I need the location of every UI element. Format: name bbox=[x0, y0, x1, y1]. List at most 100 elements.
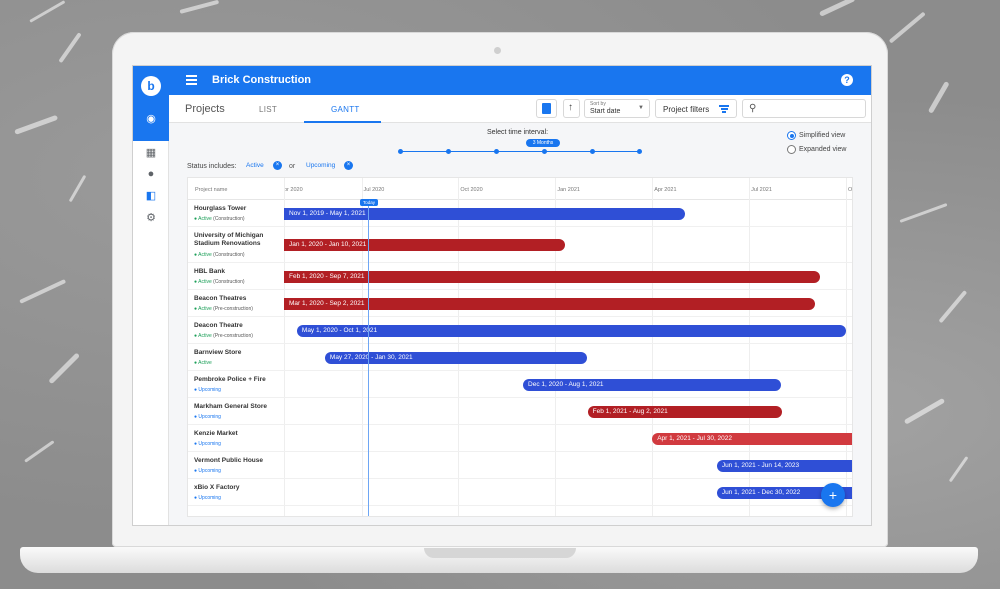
interval-slider-stop[interactable] bbox=[398, 149, 403, 154]
gantt-bar[interactable]: May 1, 2020 - Oct 1, 2021 bbox=[296, 324, 846, 337]
gantt-row[interactable]: xBio X Factory ● Upcoming Jun 1, 2021 - De… bbox=[188, 479, 852, 506]
interval-slider-track[interactable] bbox=[400, 151, 640, 152]
simplified-view-radio[interactable] bbox=[787, 131, 796, 140]
project-name[interactable]: Pembroke Police + Fire bbox=[194, 376, 278, 384]
gantt-bar[interactable]: Jun 1, 2021 - Jun 14, 2023 bbox=[716, 459, 852, 472]
gantt-row[interactable]: Pembroke Police + Fire ● Upcoming Dec 1, 2… bbox=[188, 371, 852, 398]
help-icon[interactable]: ? bbox=[841, 74, 853, 86]
gantt-bar[interactable]: Nov 1, 2019 - May 1, 2021 bbox=[284, 207, 685, 220]
gantt-bar[interactable]: Apr 1, 2021 - Jul 30, 2022 bbox=[652, 432, 852, 445]
gantt-bar[interactable]: May 27, 2020 - Jan 30, 2021 bbox=[324, 351, 587, 364]
gantt-bar[interactable]: Dec 1, 2020 - Aug 1, 2021 bbox=[523, 378, 782, 391]
remove-upcoming-chip-icon[interactable]: × bbox=[344, 161, 353, 170]
gantt-row[interactable]: Deacon Theatre ● Active (Pre-construction… bbox=[188, 317, 852, 344]
app-bar: Brick Construction ? bbox=[169, 66, 871, 95]
status-filter-label: Status includes: bbox=[187, 163, 237, 170]
month-label: Apr 2021 bbox=[654, 187, 677, 193]
gantt-row[interactable]: Vermont Public House ● Upcoming Jun 1, 202… bbox=[188, 452, 852, 479]
gantt-bar-label: Dec 1, 2020 - Aug 1, 2021 bbox=[528, 380, 604, 388]
settings-icon[interactable]: ⚙ bbox=[144, 211, 158, 225]
background-stroke bbox=[888, 11, 926, 44]
account-icon[interactable]: ◉ bbox=[144, 112, 158, 126]
filter-icon bbox=[719, 105, 729, 113]
sort-direction-button[interactable]: ↑ bbox=[563, 99, 580, 118]
project-name-column-header: Project name bbox=[195, 187, 228, 193]
dashboard-icon[interactable]: ▦ bbox=[144, 146, 158, 160]
gantt-bar[interactable]: Jan 1, 2020 - Jan 10, 2021 bbox=[284, 239, 565, 251]
toolbar: Projects LIST GANTT ↑ Sort by Start date… bbox=[169, 95, 871, 123]
gantt-row[interactable]: University of Michigan Stadium Renovatio… bbox=[188, 227, 852, 263]
gantt-bar-label: Jun 1, 2021 - Dec 30, 2022 bbox=[721, 488, 801, 496]
gantt-row[interactable]: Markham General Store ● Upcoming Feb 1, 20… bbox=[188, 398, 852, 425]
gantt-row[interactable]: Kenzie Market ● Upcoming Apr 1, 2021 - Jul… bbox=[188, 425, 852, 452]
gantt-row[interactable]: Barnview Store ● Active May 27, 2020 - Jan… bbox=[188, 344, 852, 371]
expanded-view-radio[interactable] bbox=[787, 145, 796, 154]
project-name[interactable]: Hourglass Tower bbox=[194, 205, 278, 213]
gantt-row[interactable]: Beacon Theatres ● Active (Pre-constructio… bbox=[188, 290, 852, 317]
gantt-bar-label: Mar 1, 2020 - Sep 2, 2021 bbox=[289, 299, 365, 307]
status-label: Upcoming bbox=[198, 468, 221, 474]
camera-dot bbox=[494, 47, 501, 54]
brand-logo-icon[interactable]: b bbox=[141, 76, 161, 96]
search-input[interactable]: ⚲ bbox=[742, 99, 866, 118]
background-stroke bbox=[927, 80, 950, 114]
interval-slider-stop[interactable] bbox=[494, 149, 499, 154]
background-stroke bbox=[19, 279, 67, 304]
interval-slider-stop[interactable] bbox=[542, 149, 547, 154]
status-chip-active: Active bbox=[246, 162, 264, 169]
gantt-bar[interactable]: Feb 1, 2020 - Sep 7, 2021 bbox=[284, 270, 821, 283]
project-status: ● Active (Pre-construction) bbox=[194, 306, 253, 312]
app-title: Brick Construction bbox=[212, 74, 312, 86]
interval-slider-stop[interactable] bbox=[590, 149, 595, 154]
interval-slider-stop[interactable] bbox=[446, 149, 451, 154]
document-icon bbox=[542, 103, 551, 114]
project-status: ● Active bbox=[194, 360, 212, 366]
gantt-row[interactable]: Hourglass Tower ● Active (Construction) No… bbox=[188, 200, 852, 227]
project-status: ● Upcoming bbox=[194, 468, 221, 474]
project-name[interactable]: Markham General Store bbox=[194, 403, 278, 411]
gantt-bar[interactable]: Mar 1, 2020 - Sep 2, 2021 bbox=[284, 297, 815, 310]
project-name[interactable]: Kenzie Market bbox=[194, 430, 278, 438]
status-label: Active bbox=[198, 360, 212, 366]
interval-slider-stop[interactable] bbox=[637, 149, 642, 154]
project-name[interactable]: Deacon Theatre bbox=[194, 322, 278, 330]
sort-select[interactable]: Sort by Start date ▼ bbox=[584, 99, 650, 118]
project-name[interactable]: HBL Bank bbox=[194, 268, 278, 276]
background-stroke bbox=[48, 352, 81, 385]
project-filters-button[interactable]: Project filters bbox=[655, 99, 737, 118]
project-name[interactable]: Vermont Public House bbox=[194, 457, 278, 465]
menu-icon[interactable] bbox=[186, 75, 197, 85]
background-stroke bbox=[903, 397, 946, 425]
projects-icon[interactable]: ◧ bbox=[144, 189, 158, 203]
app-screen: b ◉ ▦ ● ◧ ⚙ Brick Construction ? Project… bbox=[132, 65, 872, 526]
remove-active-chip-icon[interactable]: × bbox=[273, 161, 282, 170]
status-filter-or: or bbox=[289, 163, 296, 170]
status-label: Upcoming bbox=[198, 495, 221, 501]
person-icon[interactable]: ● bbox=[144, 167, 158, 181]
gantt-row[interactable]: HBL Bank ● Active (Construction) Feb 1, 20… bbox=[188, 263, 852, 290]
status-label: Upcoming bbox=[198, 414, 221, 420]
project-name[interactable]: Beacon Theatres bbox=[194, 295, 278, 303]
sort-select-label: Sort by bbox=[590, 101, 606, 107]
gantt-bar-label: Feb 1, 2020 - Sep 7, 2021 bbox=[289, 272, 365, 280]
tab-list[interactable]: LIST bbox=[259, 105, 277, 114]
phase-label: (Pre-construction) bbox=[211, 333, 253, 339]
add-project-button[interactable]: + bbox=[821, 483, 845, 507]
interval-label: Select time interval: bbox=[487, 129, 549, 136]
month-label: Oct 2021 bbox=[848, 187, 853, 193]
interval-slider-thumb[interactable]: 3 Months bbox=[526, 139, 560, 147]
status-label: Upcoming bbox=[198, 387, 221, 393]
status-label: Active bbox=[198, 333, 212, 339]
phase-label: (Construction) bbox=[211, 252, 245, 258]
gantt-bar[interactable]: Feb 1, 2021 - Aug 2, 2021 bbox=[587, 405, 783, 418]
project-name[interactable]: University of Michigan Stadium Renovatio… bbox=[194, 232, 278, 248]
chevron-down-icon: ▼ bbox=[638, 105, 644, 111]
project-name[interactable]: xBio X Factory bbox=[194, 484, 278, 492]
gantt-bar-label: Apr 1, 2021 - Jul 30, 2022 bbox=[657, 434, 733, 442]
tab-gantt[interactable]: GANTT bbox=[331, 105, 360, 114]
project-status: ● Upcoming bbox=[194, 441, 221, 447]
project-name[interactable]: Barnview Store bbox=[194, 349, 278, 357]
export-button[interactable] bbox=[536, 99, 557, 118]
project-status: ● Active (Construction) bbox=[194, 279, 245, 285]
gantt-bar-label: Jan 1, 2020 - Jan 10, 2021 bbox=[289, 241, 367, 248]
